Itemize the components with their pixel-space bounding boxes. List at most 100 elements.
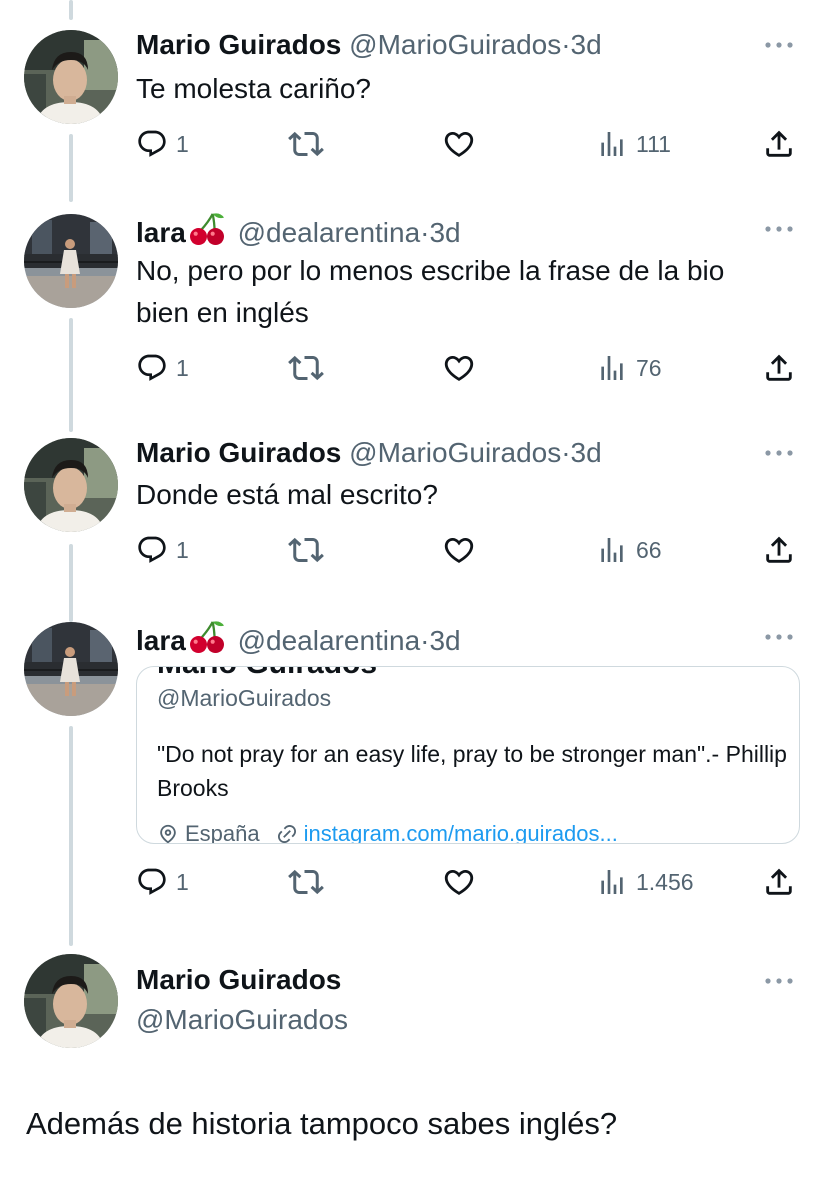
tweet-header: lara @dealarentina·3d [136,212,461,250]
cherry-emoji [188,212,226,246]
retweet-button[interactable] [288,862,324,902]
share-button[interactable] [762,124,796,164]
avatar[interactable] [24,438,118,532]
separator-dot: · [561,437,571,468]
share-button[interactable] [762,862,796,902]
avatar[interactable] [24,30,118,124]
view-count: 76 [636,354,662,381]
like-icon [442,127,476,161]
retweet-icon [288,126,324,162]
timestamp[interactable]: 3d [429,217,460,248]
retweet-icon [288,350,324,386]
more-icon[interactable] [764,448,794,458]
reply-tweet[interactable]: Mario Guirados @MarioGuirados·3d Donde e… [0,424,814,614]
reply-icon [136,866,168,898]
reply-count: 1 [176,536,189,563]
reply-count: 1 [176,130,189,157]
action-bar: 1 1.456 [136,862,798,902]
share-icon [762,127,796,161]
reply-button[interactable]: 1 [136,530,189,570]
reply-count: 1 [176,354,189,381]
profile-meta: España instagram.com/mario.guirados... [157,821,618,844]
cropped-profile-name: Mario Guirados [157,667,377,681]
avatar[interactable] [24,622,118,716]
retweet-button[interactable] [288,530,324,570]
retweet-icon [288,864,324,900]
action-bar: 1 76 [136,348,798,388]
more-icon[interactable] [764,40,794,50]
avatar[interactable] [24,954,118,1048]
retweet-button[interactable] [288,348,324,388]
author-name[interactable]: lara [136,625,186,656]
like-button[interactable] [442,348,476,388]
author-handle[interactable]: @dealarentina [238,625,421,656]
views-button[interactable]: 76 [596,348,662,388]
tweet-header: Mario Guirados @MarioGuirados·3d [136,28,602,62]
author-name[interactable]: Mario Guirados [136,29,341,60]
cherry-emoji [188,620,226,654]
author-name[interactable]: Mario Guirados [136,964,341,996]
views-icon [596,866,628,898]
reply-icon [136,534,168,566]
share-button[interactable] [762,348,796,388]
views-button[interactable]: 111 [596,124,671,164]
link-icon [277,824,296,843]
location-icon [160,824,176,843]
tweet-text: Donde está mal escrito? [136,479,438,510]
views-icon [596,128,628,160]
reply-button[interactable]: 1 [136,348,189,388]
like-button[interactable] [442,862,476,902]
retweet-button[interactable] [288,124,324,164]
author-name[interactable]: Mario Guirados [136,437,341,468]
reply-button[interactable]: 1 [136,862,189,902]
profile-location: España [185,821,260,844]
share-icon [762,865,796,899]
reply-tweet[interactable]: lara @dealarentina·3d Mario Guirados @Ma… [0,608,814,926]
timestamp[interactable]: 3d [429,625,460,656]
views-button[interactable]: 1.456 [596,862,694,902]
view-count: 1.456 [636,868,694,895]
reply-icon [136,352,168,384]
main-tweet[interactable]: Mario Guirados @MarioGuirados Además de … [0,940,814,1200]
retweet-icon [288,532,324,568]
author-handle[interactable]: @MarioGuirados [349,437,561,468]
tweet-header: Mario Guirados @MarioGuirados·3d [136,436,602,470]
views-icon [596,352,628,384]
reply-button[interactable]: 1 [136,124,189,164]
views-button[interactable]: 66 [596,530,662,570]
more-icon[interactable] [764,632,794,642]
avatar[interactable] [24,214,118,308]
reply-tweet[interactable]: lara @dealarentina·3d No, pero por lo me… [0,200,814,424]
author-name[interactable]: lara [136,217,186,248]
like-button[interactable] [442,124,476,164]
author-handle[interactable]: @MarioGuirados [349,29,561,60]
attached-profile-screenshot[interactable]: Mario Guirados @MarioGuirados "Do not pr… [136,666,800,844]
profile-bio: "Do not pray for an easy life, pray to b… [157,741,787,801]
tweet-text: Además de historia tampoco sabes inglés? [26,1106,618,1141]
profile-handle: @MarioGuirados [157,685,332,711]
reply-icon [136,128,168,160]
action-bar: 1 111 [136,124,798,164]
timestamp[interactable]: 3d [571,29,602,60]
view-count: 66 [636,536,662,563]
like-icon [442,865,476,899]
like-button[interactable] [442,530,476,570]
tweet-text: No, pero por lo menos escribe la frase d… [136,255,725,328]
more-icon[interactable] [764,224,794,234]
timestamp[interactable]: 3d [571,437,602,468]
views-icon [596,534,628,566]
separator-dot: · [561,29,571,60]
reply-tweet[interactable]: Mario Guirados @MarioGuirados·3d Te mole… [0,0,814,200]
action-bar: 1 66 [136,530,798,570]
share-icon [762,533,796,567]
like-icon [442,533,476,567]
author-handle[interactable]: @MarioGuirados [136,1004,348,1036]
tweet-header: lara @dealarentina·3d [136,620,461,658]
profile-link[interactable]: instagram.com/mario.guirados... [304,821,618,843]
share-button[interactable] [762,530,796,570]
more-icon[interactable] [764,976,794,986]
author-handle[interactable]: @dealarentina [238,217,421,248]
reply-count: 1 [176,868,189,895]
share-icon [762,351,796,385]
tweet-text: Te molesta cariño? [136,73,372,104]
